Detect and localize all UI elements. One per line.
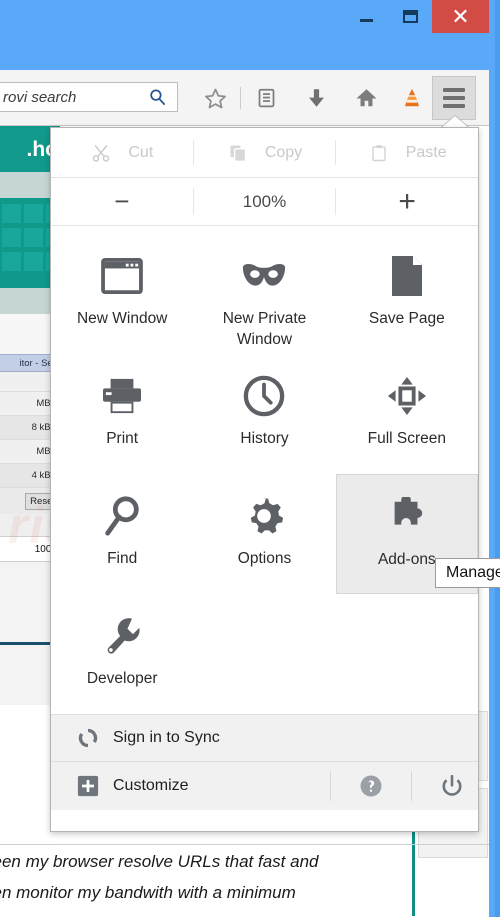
paste-label: Paste bbox=[405, 143, 447, 161]
vlc-icon[interactable] bbox=[391, 76, 433, 120]
sign-in-to-sync-row[interactable]: Sign in to Sync bbox=[51, 714, 478, 762]
clipboard-icon bbox=[368, 143, 390, 163]
mask-icon bbox=[241, 248, 287, 304]
firefox-menu-panel: Cut Copy Paste − 100% + New Window New P… bbox=[50, 127, 479, 832]
copy-icon bbox=[227, 143, 249, 163]
home-icon[interactable] bbox=[341, 76, 391, 120]
content-divider bbox=[0, 844, 489, 845]
menu-item-label: Save Page bbox=[368, 310, 445, 327]
addons-tooltip: Manage bbox=[435, 558, 500, 588]
menu-item-developer[interactable]: Developer bbox=[51, 594, 193, 714]
menu-item-save-page[interactable]: Save Page bbox=[336, 234, 478, 354]
paste-button[interactable]: Paste bbox=[336, 128, 478, 177]
maximize-button[interactable] bbox=[388, 0, 432, 33]
zoom-out-button[interactable]: − bbox=[51, 178, 193, 225]
menu-item-print[interactable]: Print bbox=[51, 354, 193, 474]
menu-item-label: History bbox=[240, 430, 289, 447]
menu-item-history[interactable]: History bbox=[193, 354, 335, 474]
cut-button[interactable]: Cut bbox=[51, 128, 193, 177]
customize-label[interactable]: Customize bbox=[113, 777, 189, 795]
menu-item-new-window[interactable]: New Window bbox=[51, 234, 193, 354]
copy-label: Copy bbox=[264, 143, 303, 161]
footer-separator bbox=[411, 771, 412, 801]
edit-commands-row: Cut Copy Paste bbox=[51, 128, 478, 178]
close-button[interactable]: ✕ bbox=[432, 0, 489, 33]
close-icon: ✕ bbox=[451, 3, 470, 29]
page-icon bbox=[390, 248, 424, 304]
bookmark-star-icon[interactable] bbox=[190, 76, 240, 120]
scissors-icon bbox=[90, 143, 112, 163]
menu-item-label: Full Screen bbox=[367, 430, 447, 447]
zoom-in-button[interactable]: + bbox=[336, 178, 478, 225]
menu-grid-row: Developer bbox=[51, 594, 478, 714]
window-frame-right-edge bbox=[495, 0, 500, 917]
page-body-text: seen my browser resolve URLs that fast a… bbox=[0, 846, 489, 908]
sign-in-label: Sign in to Sync bbox=[113, 729, 220, 746]
clock-icon bbox=[243, 368, 285, 424]
menu-item-label: Find bbox=[107, 550, 138, 567]
sync-icon bbox=[77, 727, 99, 749]
menu-grid-row: Find Options Add-ons bbox=[51, 474, 478, 594]
customize-row: Customize bbox=[51, 762, 478, 810]
puzzle-piece-icon bbox=[386, 489, 428, 545]
footer-separator bbox=[330, 771, 331, 801]
window-controls: ✕ bbox=[344, 0, 489, 33]
browser-toolbar: rovi search bbox=[0, 70, 489, 126]
new-window-icon bbox=[101, 248, 143, 304]
body-line: seen my browser resolve URLs that fast a… bbox=[0, 852, 319, 871]
search-box[interactable]: rovi search bbox=[0, 82, 178, 112]
power-icon[interactable] bbox=[426, 774, 478, 798]
fullscreen-icon bbox=[386, 368, 428, 424]
search-icon[interactable] bbox=[143, 88, 171, 107]
menu-item-new-private-window[interactable]: New Private Window bbox=[193, 234, 335, 354]
menu-grid-row: New Window New Private Window Save Page bbox=[51, 234, 478, 354]
downloads-icon[interactable] bbox=[291, 76, 341, 120]
wrench-icon bbox=[102, 608, 142, 664]
menu-item-label: Developer bbox=[86, 670, 158, 687]
reading-list-icon[interactable] bbox=[241, 76, 291, 120]
menu-grid-empty bbox=[193, 594, 335, 714]
menu-item-full-screen[interactable]: Full Screen bbox=[336, 354, 478, 474]
hamburger-menu-button[interactable] bbox=[432, 76, 476, 120]
minimize-button[interactable] bbox=[344, 0, 388, 33]
toolbar-icon-group bbox=[190, 70, 447, 126]
zoom-controls-row: − 100% + bbox=[51, 178, 478, 226]
menu-grid-empty bbox=[336, 594, 478, 714]
help-icon[interactable] bbox=[345, 774, 397, 798]
zoom-level-reset[interactable]: 100% bbox=[194, 178, 336, 225]
menu-item-options[interactable]: Options bbox=[193, 474, 335, 594]
menu-grid-row: Print History Full Screen bbox=[51, 354, 478, 474]
cut-label: Cut bbox=[128, 143, 154, 161]
menu-item-find[interactable]: Find bbox=[51, 474, 193, 594]
magnifier-icon bbox=[102, 488, 142, 544]
menu-item-label: Options bbox=[237, 550, 292, 567]
gear-icon bbox=[244, 488, 284, 544]
search-input[interactable]: rovi search bbox=[0, 89, 143, 106]
plus-square-icon[interactable] bbox=[77, 775, 99, 797]
body-line: ven monitor my bandwith with a minimum bbox=[0, 883, 296, 902]
menu-item-label: Print bbox=[106, 430, 139, 447]
screenshot-root: .ho itor - Sett MB/s 8 kB/s MB/s 4 kB/s … bbox=[0, 0, 500, 917]
menu-icon-grid: New Window New Private Window Save Page … bbox=[51, 226, 478, 714]
menu-item-label: New Private Window bbox=[222, 310, 307, 348]
copy-button[interactable]: Copy bbox=[194, 128, 336, 177]
menu-item-label: New Window bbox=[76, 310, 168, 327]
printer-icon bbox=[101, 368, 143, 424]
window-frame-right bbox=[489, 0, 500, 917]
menu-item-label: Add-ons bbox=[377, 551, 436, 568]
